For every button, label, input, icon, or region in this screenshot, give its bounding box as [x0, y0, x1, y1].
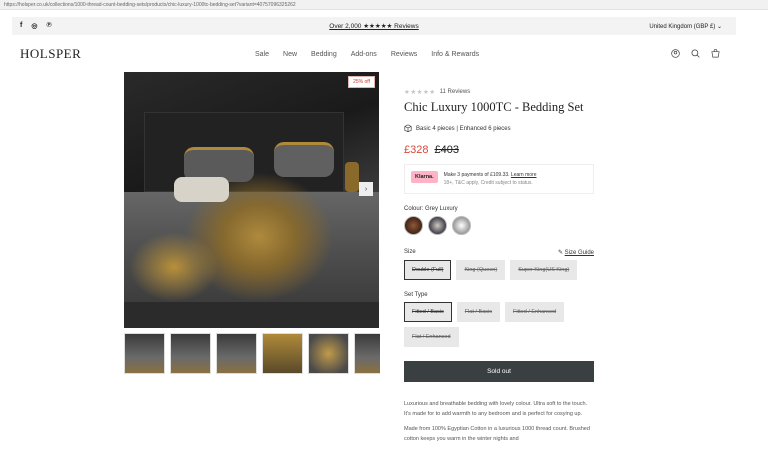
size-header: Size ✎ Size Guide: [404, 249, 594, 256]
lamp-shape: [345, 162, 359, 192]
pinterest-icon[interactable]: ℗: [46, 22, 51, 30]
site-header: HOLSPER Sale New Bedding Add-ons Reviews…: [12, 38, 736, 70]
set-type-flat-enhanced[interactable]: Flat / Enhanced: [404, 327, 459, 347]
duvet-pattern-2: [129, 232, 219, 302]
thumbnail-1[interactable]: [124, 333, 165, 374]
colour-swatch-2[interactable]: [428, 216, 447, 235]
colour-swatch-3[interactable]: [452, 216, 471, 235]
search-icon[interactable]: [691, 48, 700, 60]
product-main-image[interactable]: 25% off ›: [124, 72, 379, 328]
nav-item-bedding[interactable]: Bedding: [311, 51, 337, 58]
nav-item-info-rewards[interactable]: Info & Rewards: [431, 51, 479, 58]
set-type-fitted-enhanced[interactable]: Fitted / Enhanced: [505, 302, 565, 322]
nav-item-add-ons[interactable]: Add-ons: [351, 51, 377, 58]
reviews-announcement-link[interactable]: Over 2,000 ★★★★★ Reviews: [12, 22, 736, 30]
thumbnail-strip: [124, 333, 380, 374]
sold-out-button[interactable]: Sold out: [404, 361, 594, 382]
announcement-bar: f ◎ ℗ Over 2,000 ★★★★★ Reviews United Ki…: [12, 17, 736, 35]
nav-item-new[interactable]: New: [283, 51, 297, 58]
reviews-summary[interactable]: ★★★★★ 11 Reviews: [404, 88, 594, 96]
size-option-double[interactable]: Double (Full): [404, 260, 452, 280]
logo[interactable]: HOLSPER: [20, 46, 81, 62]
country-selector[interactable]: United Kingdom (GBP £) ⌄: [649, 23, 722, 30]
header-icons: [671, 48, 720, 60]
product-info: ★★★★★ 11 Reviews Chic Luxury 1000TC - Be…: [404, 88, 594, 445]
instagram-icon[interactable]: ◎: [31, 22, 37, 30]
ruler-icon: ✎: [557, 250, 565, 256]
description-paragraph-1: Luxurious and breathable bedding with lo…: [404, 401, 588, 417]
reviews-count: 11 Reviews: [439, 89, 471, 95]
thumbnail-5[interactable]: [308, 333, 349, 374]
social-links: f ◎ ℗: [20, 22, 52, 30]
klarna-text: Make 3 payments of £109.33. Learn more 1…: [444, 171, 537, 187]
sale-price: £328: [404, 144, 429, 156]
colour-swatch-1[interactable]: [404, 216, 423, 235]
klarna-subtext: 18+, T&C apply, Credit subject to status…: [443, 180, 533, 186]
size-options: Double (Full) King (Queen) Super King(US…: [404, 260, 594, 280]
colour-swatches: [404, 216, 594, 235]
thumbnail-2[interactable]: [170, 333, 211, 374]
floor-shape: [124, 302, 379, 328]
thumbnail-6[interactable]: [354, 333, 380, 374]
star-rating-icon: ★★★★★: [404, 89, 436, 96]
price-row: £328 £403: [404, 144, 594, 156]
box-icon: [404, 124, 412, 134]
klarna-payment-text: Make 3 payments of £109.33.: [443, 172, 510, 178]
set-type-options: Fitted / Basic Flat / Basic Fitted / Enh…: [404, 302, 594, 347]
thumbnail-4[interactable]: [262, 333, 303, 374]
size-guide-link[interactable]: ✎ Size Guide: [558, 249, 594, 256]
pieces-info: Basic 4 pieces | Enhanced 6 pieces: [404, 124, 594, 134]
set-type-fitted-basic[interactable]: Fitted / Basic: [404, 302, 452, 322]
klarna-learn-more-link[interactable]: Learn more: [511, 172, 537, 178]
klarna-logo: Klarna.: [411, 171, 438, 183]
size-option-super-king[interactable]: Super King(US King): [510, 260, 578, 280]
facebook-icon[interactable]: f: [20, 22, 22, 30]
discount-badge: 25% off: [348, 76, 375, 88]
main-nav: Sale New Bedding Add-ons Reviews Info & …: [255, 51, 479, 58]
size-option-king[interactable]: King (Queen): [456, 260, 506, 280]
compare-price: £403: [434, 144, 459, 156]
set-type-flat-basic[interactable]: Flat / Basic: [456, 302, 500, 322]
pillow-shape-2: [274, 142, 334, 177]
nav-item-reviews[interactable]: Reviews: [391, 51, 417, 58]
klarna-box: Klarna. Make 3 payments of £109.33. Lear…: [404, 164, 594, 194]
set-type-label: Set Type: [404, 292, 428, 298]
cushion-shape: [174, 177, 229, 202]
nav-item-sale[interactable]: Sale: [255, 51, 269, 58]
address-bar[interactable]: https://holsper.co.uk/collections/1000-t…: [0, 0, 768, 10]
thumbnail-3[interactable]: [216, 333, 257, 374]
size-label: Size: [404, 249, 416, 255]
cart-icon[interactable]: [711, 48, 720, 60]
description-paragraph-2: Made from 100% Egyptian Cotton in a luxu…: [404, 426, 590, 442]
pieces-text: Basic 4 pieces | Enhanced 6 pieces: [416, 126, 511, 132]
product-title: Chic Luxury 1000TC - Bedding Set: [404, 100, 584, 114]
colour-label: Colour: Grey Luxury: [404, 206, 458, 212]
product-description: Luxurious and breathable bedding with lo…: [404, 400, 594, 445]
next-image-arrow-icon[interactable]: ›: [359, 182, 373, 196]
account-icon[interactable]: [671, 48, 680, 60]
